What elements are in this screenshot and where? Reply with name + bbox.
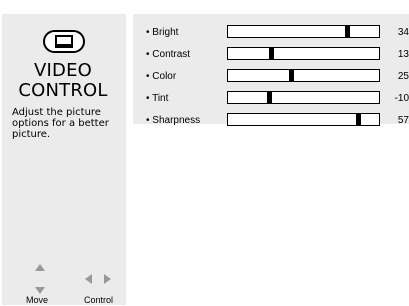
control-hint-label: Control <box>84 295 114 305</box>
tint-slider[interactable] <box>227 91 380 104</box>
setting-row-bright[interactable]: • Bright 34 <box>133 23 409 43</box>
slider-thumb[interactable] <box>356 114 361 125</box>
arrow-left-icon <box>85 274 92 284</box>
arrow-up-icon <box>35 264 45 271</box>
arrow-down-icon <box>35 287 45 294</box>
tv-screen-shape <box>55 35 73 48</box>
slider-thumb[interactable] <box>289 70 294 81</box>
setting-value: -10 <box>394 93 409 104</box>
arrow-right-icon <box>104 274 111 284</box>
contrast-slider[interactable] <box>227 47 380 60</box>
setting-value: 57 <box>397 115 409 126</box>
slider-thumb[interactable] <box>269 48 274 59</box>
bright-slider[interactable] <box>227 25 380 38</box>
setting-label: • Tint <box>146 93 169 104</box>
setting-row-contrast[interactable]: • Contrast 13 <box>133 45 409 65</box>
setting-row-color[interactable]: • Color 25 <box>133 67 409 87</box>
setting-value: 25 <box>397 71 409 82</box>
slider-thumb[interactable] <box>345 26 350 37</box>
setting-row-tint[interactable]: • Tint -10 <box>133 89 409 109</box>
slider-thumb[interactable] <box>267 92 272 103</box>
sharpness-slider[interactable] <box>227 113 380 126</box>
setting-value: 34 <box>397 27 409 38</box>
setting-row-sharpness[interactable]: • Sharpness 57 <box>133 111 409 131</box>
setting-label: • Bright <box>146 27 179 38</box>
setting-label: • Color <box>146 71 177 82</box>
setting-label: • Contrast <box>146 49 191 60</box>
move-hint-label: Move <box>26 295 49 305</box>
tv-icon <box>43 30 85 53</box>
setting-value: 13 <box>397 49 409 60</box>
setting-label: • Sharpness <box>146 115 201 126</box>
settings-panel: • Bright 34 • Contrast 13 • Color 25 • T… <box>133 14 409 126</box>
menu-title: VIDEO CONTROL <box>18 60 108 101</box>
menu-description: Adjust the picture options for a better … <box>12 107 109 140</box>
info-panel: VIDEO CONTROL Adjust the picture options … <box>2 14 126 305</box>
color-slider[interactable] <box>227 69 380 82</box>
